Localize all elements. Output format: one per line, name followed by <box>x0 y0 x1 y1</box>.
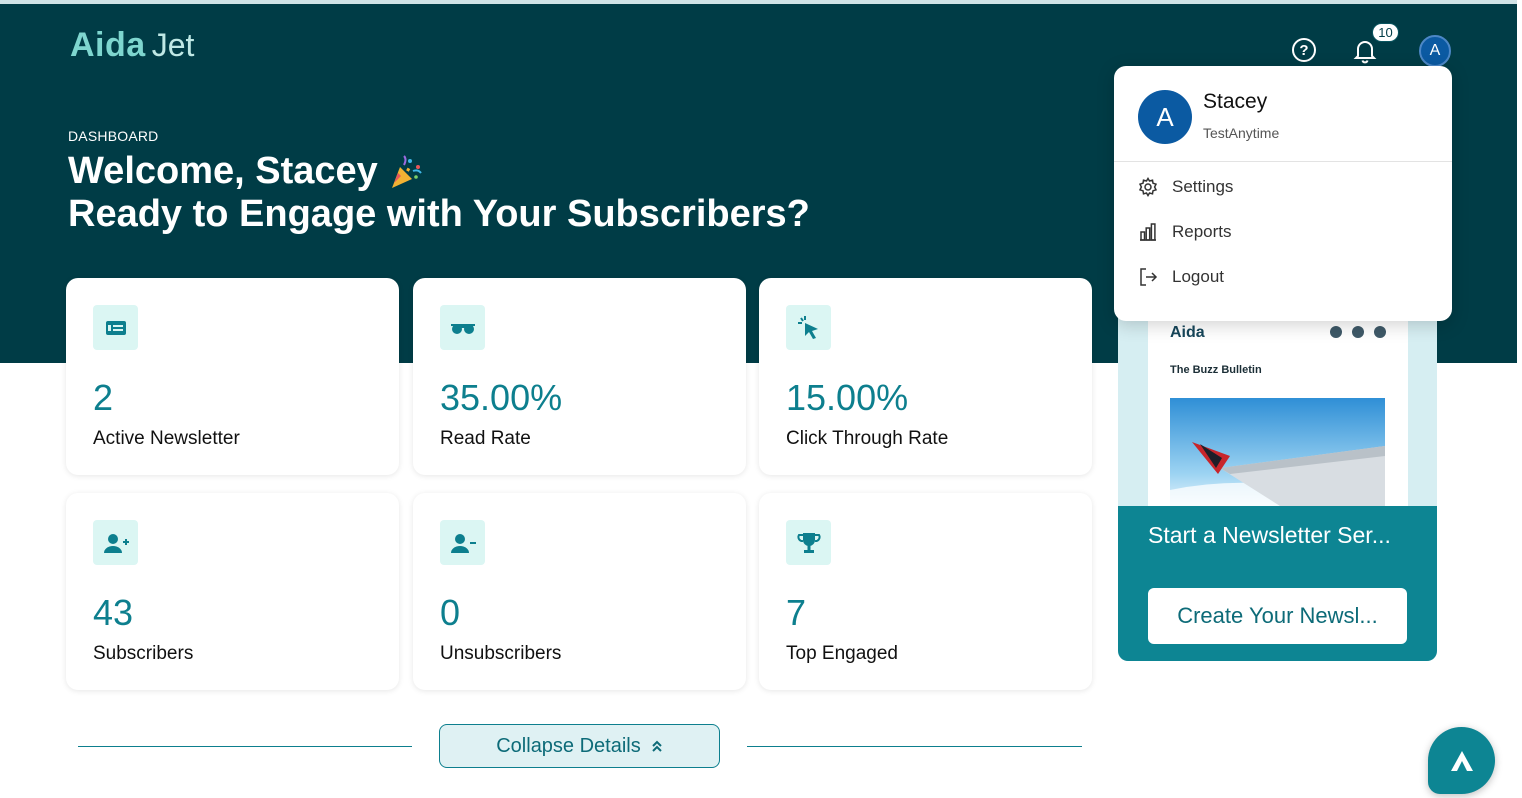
assistant-fab-button[interactable] <box>1428 727 1495 794</box>
stat-value: 43 <box>93 592 134 633</box>
stat-label: Click Through Rate <box>786 428 949 449</box>
divider-left <box>78 746 412 747</box>
stat-value: 35.00% <box>440 377 563 418</box>
gear-icon <box>1138 177 1158 197</box>
page-kicker: DASHBOARD <box>68 128 159 144</box>
help-icon-glyph: ? <box>1299 41 1309 59</box>
welcome-text: Welcome, Stacey <box>68 150 378 192</box>
logo-text-primary: Aida <box>70 26 146 64</box>
stat-card-click-through-rate[interactable]: 15.00% Click Through Rate <box>759 278 1092 475</box>
facebook-icon <box>1352 326 1364 338</box>
user-avatar-button[interactable]: A <box>1419 35 1451 67</box>
party-popper-icon <box>388 155 424 191</box>
user-minus-icon <box>440 520 485 565</box>
menu-item-label: Settings <box>1172 177 1234 196</box>
menu-avatar: A <box>1138 90 1192 144</box>
stat-card-subscribers[interactable]: 43 Subscribers <box>66 493 399 690</box>
stat-label: Read Rate <box>440 428 531 449</box>
social-icons <box>1330 326 1386 338</box>
divider-right <box>747 746 1082 747</box>
instagram-icon <box>1374 326 1386 338</box>
menu-item-label: Logout <box>1172 267 1224 286</box>
twitter-icon <box>1330 326 1342 338</box>
stat-card-read-rate[interactable]: 35.00% Read Rate <box>413 278 746 475</box>
avatar-initial: A <box>1429 42 1441 59</box>
stat-card-unsubscribers[interactable]: 0 Unsubscribers <box>413 493 746 690</box>
stat-label: Unsubscribers <box>440 643 562 664</box>
glasses-icon <box>440 305 485 350</box>
menu-user-org: TestAnytime <box>1203 125 1280 141</box>
preview-logo: Aida <box>1170 324 1205 341</box>
menu-user-name: Stacey <box>1203 90 1268 113</box>
collapse-details-button[interactable]: Collapse Details <box>439 724 720 768</box>
newspaper-icon <box>93 305 138 350</box>
trophy-icon <box>786 520 831 565</box>
collapse-label: Collapse Details <box>496 734 641 757</box>
chevron-double-up-icon <box>652 740 662 752</box>
stat-label: Active Newsletter <box>93 428 240 449</box>
menu-item-logout[interactable]: Logout <box>1138 264 1224 290</box>
aida-logo-icon <box>1450 750 1473 771</box>
logo-text-secondary: Jet <box>151 27 195 63</box>
menu-item-settings[interactable]: Settings <box>1138 174 1233 200</box>
logout-icon <box>1140 268 1158 286</box>
stat-card-top-engaged[interactable]: 7 Top Engaged <box>759 493 1092 690</box>
notification-badge: 10 <box>1372 23 1399 42</box>
stat-label: Top Engaged <box>786 643 898 664</box>
newsletter-preview: Aida The Buzz Bulletin <box>1148 314 1408 506</box>
newsletter-promo-card: Aida The Buzz Bulletin Start a Newslette… <box>1118 300 1437 661</box>
promo-title: Start a Newsletter Ser... <box>1148 522 1391 548</box>
cursor-click-icon <box>786 305 831 350</box>
user-plus-icon <box>93 520 138 565</box>
bar-chart-icon <box>1140 223 1156 241</box>
preview-bulletin-title: The Buzz Bulletin <box>1170 364 1262 376</box>
airplane-wing-image <box>1170 398 1385 506</box>
create-newsletter-button[interactable]: Create Your Newsl... <box>1148 588 1407 644</box>
welcome-subtitle: Ready to Engage with Your Subscribers? <box>68 193 810 235</box>
menu-item-label: Reports <box>1172 222 1232 241</box>
stat-value: 7 <box>786 592 807 633</box>
stat-value: 2 <box>93 377 114 418</box>
menu-item-reports[interactable]: Reports <box>1138 219 1232 245</box>
stat-value: 15.00% <box>786 377 909 418</box>
app-logo[interactable]: Aida Jet <box>70 26 194 65</box>
stat-card-active-newsletter[interactable]: 2 Active Newsletter <box>66 278 399 475</box>
page-title: Welcome, Stacey Ready to Engage with You… <box>68 150 810 236</box>
stat-value: 0 <box>440 592 461 633</box>
user-dropdown-menu: A Stacey TestAnytime Settings Reports Lo… <box>1114 66 1452 321</box>
page-edge <box>1517 0 1522 798</box>
bell-icon[interactable] <box>1353 38 1377 64</box>
menu-divider <box>1114 161 1452 162</box>
help-icon[interactable]: ? <box>1292 38 1316 62</box>
stat-label: Subscribers <box>93 643 194 664</box>
